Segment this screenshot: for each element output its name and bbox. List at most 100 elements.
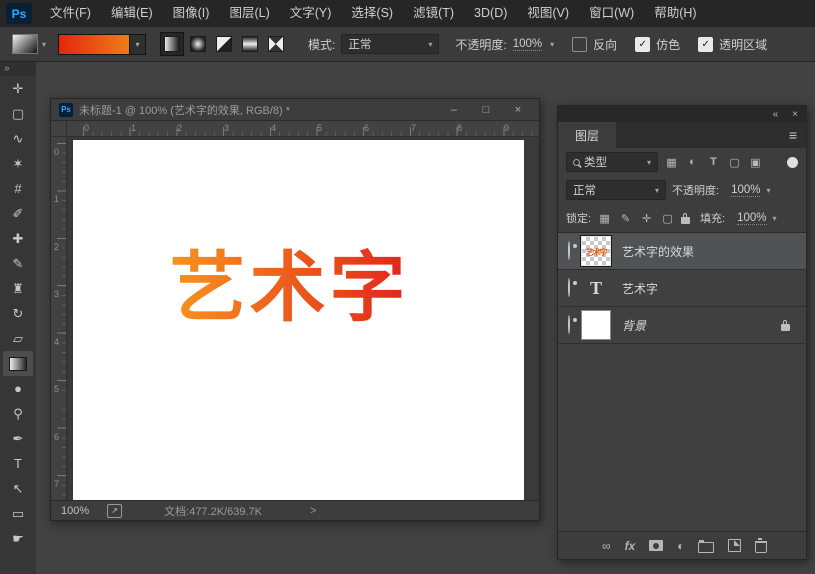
lock-artboard-icon[interactable]: ▢ — [660, 212, 675, 225]
move-tool[interactable]: ✛ — [3, 76, 33, 101]
close-button[interactable]: × — [505, 104, 531, 116]
brush-tool[interactable]: ✎ — [3, 251, 33, 276]
minimize-button[interactable]: – — [441, 104, 467, 116]
canvas[interactable]: 艺术字 — [73, 140, 524, 500]
magic-wand-tool[interactable]: ✶ — [3, 151, 33, 176]
document-title-bar[interactable]: Ps 未标题-1 @ 100% (艺术字的效果, RGB/8) * – □ × — [51, 99, 539, 121]
diamond-gradient-button[interactable] — [264, 32, 288, 56]
fill-value[interactable]: 100% — [737, 212, 766, 225]
reflected-gradient-button[interactable] — [238, 32, 262, 56]
zoom-level[interactable]: 100% — [61, 505, 89, 517]
eyedropper-tool[interactable]: ✐ — [3, 201, 33, 226]
menu-item-select[interactable]: 选择(S) — [341, 0, 403, 27]
eraser-tool[interactable]: ▱ — [3, 326, 33, 351]
menu-item-layer[interactable]: 图层(L) — [219, 0, 279, 27]
transparency-checkbox[interactable]: ✓ 透明区域 — [698, 36, 767, 53]
background-thumbnail[interactable] — [581, 310, 611, 340]
menu-item-view[interactable]: 视图(V) — [517, 0, 579, 27]
link-layers-icon[interactable]: ∞ — [602, 539, 611, 553]
lock-position-icon[interactable]: ✛ — [639, 212, 654, 225]
layer-thumbnail[interactable]: 艺术字 — [581, 236, 611, 266]
maximize-button[interactable]: □ — [473, 104, 499, 116]
chevron-down-icon[interactable]: ▾ — [550, 40, 554, 49]
dodge-tool[interactable]: ⚲ — [3, 401, 33, 426]
menu-item-3d[interactable]: 3D(D) — [464, 0, 517, 27]
angle-gradient-button[interactable] — [212, 32, 236, 56]
layer-row-background[interactable]: 背景 — [558, 307, 806, 344]
close-panel-icon[interactable]: × — [792, 109, 798, 120]
collapse-toolbar-button[interactable]: » — [0, 62, 36, 76]
filter-toggle-switch[interactable] — [787, 157, 798, 168]
healing-brush-tool[interactable]: ✚ — [3, 226, 33, 251]
new-group-icon[interactable] — [698, 542, 714, 553]
menu-item-filter[interactable]: 滤镜(T) — [403, 0, 464, 27]
blur-tool[interactable]: ● — [3, 376, 33, 401]
layer-name[interactable]: 背景 — [622, 317, 646, 334]
status-expand-chevron[interactable]: > — [310, 505, 316, 517]
checkbox-unchecked-icon[interactable] — [572, 37, 587, 52]
panel-menu-icon[interactable]: ≡ — [789, 122, 806, 148]
visibility-toggle[interactable] — [568, 279, 570, 297]
visibility-toggle[interactable] — [568, 316, 570, 334]
filter-shape-layers-icon[interactable]: ▢ — [727, 156, 742, 169]
lock-transparent-icon[interactable]: ▦ — [597, 212, 612, 225]
gradient-picker[interactable]: ▾ — [58, 34, 146, 55]
hand-tool[interactable]: ☛ — [3, 526, 33, 551]
visibility-toggle[interactable] — [568, 242, 570, 260]
layer-row-text[interactable]: T 艺术字 — [558, 270, 806, 307]
collapse-panel-icon[interactable]: « — [773, 109, 779, 120]
menu-item-help[interactable]: 帮助(H) — [644, 0, 706, 27]
opacity-value[interactable]: 100% — [513, 38, 542, 51]
text-layer-thumbnail[interactable]: T — [581, 273, 611, 303]
layer-opacity-value[interactable]: 100% — [731, 184, 760, 197]
menu-item-type[interactable]: 文字(Y) — [280, 0, 342, 27]
tab-layers[interactable]: 图层 — [558, 122, 616, 148]
chevron-down-icon[interactable]: ▾ — [766, 186, 770, 195]
layer-style-icon[interactable]: fx — [625, 539, 636, 553]
crop-tool[interactable]: # — [3, 176, 33, 201]
radial-gradient-button[interactable] — [186, 32, 210, 56]
type-tool[interactable]: T — [3, 451, 33, 476]
dither-checkbox[interactable]: ✓ 仿色 — [635, 36, 680, 53]
marquee-tool[interactable]: ▢ — [3, 101, 33, 126]
adjustment-layer-icon[interactable]: ◐ — [677, 539, 684, 553]
delete-layer-icon[interactable] — [755, 541, 767, 553]
filter-smart-objects-icon[interactable]: ▣ — [748, 156, 763, 169]
clone-stamp-tool[interactable]: ♜ — [3, 276, 33, 301]
checkbox-checked-icon[interactable]: ✓ — [635, 37, 650, 52]
path-select-tool[interactable]: ↖ — [3, 476, 33, 501]
menu-item-window[interactable]: 窗口(W) — [579, 0, 644, 27]
lasso-tool[interactable]: ∿ — [3, 126, 33, 151]
vertical-ruler[interactable]: 0 1 2 3 4 5 6 7 — [51, 137, 67, 500]
horizontal-ruler[interactable]: 0 1 2 3 4 5 6 7 8 9 — [67, 121, 539, 137]
gradient-preview-swatch[interactable] — [58, 34, 130, 55]
history-brush-tool[interactable]: ↻ — [3, 301, 33, 326]
gradient-tool[interactable] — [3, 351, 33, 376]
layer-name[interactable]: 艺术字的效果 — [622, 243, 694, 260]
add-mask-icon[interactable] — [649, 540, 663, 551]
linear-gradient-button[interactable] — [160, 32, 184, 56]
chevron-down-icon[interactable]: ▾ — [773, 214, 777, 223]
layer-row-effect[interactable]: 艺术字 艺术字的效果 — [558, 233, 806, 270]
reverse-checkbox[interactable]: 反向 — [572, 36, 617, 53]
new-layer-icon[interactable] — [728, 539, 741, 552]
layer-name[interactable]: 艺术字 — [622, 280, 658, 297]
menu-item-file[interactable]: 文件(F) — [40, 0, 101, 27]
filter-adjustment-layers-icon[interactable]: ◐ — [685, 156, 700, 168]
menu-item-image[interactable]: 图像(I) — [163, 0, 220, 27]
lock-pixels-icon[interactable]: ✎ — [618, 212, 633, 225]
filter-pixel-layers-icon[interactable]: ▦ — [664, 156, 679, 169]
pen-tool[interactable]: ✒ — [3, 426, 33, 451]
lock-all-icon[interactable] — [681, 217, 690, 224]
share-icon[interactable]: ↗ — [107, 504, 122, 518]
mode-select[interactable]: 正常 ▾ — [341, 34, 439, 54]
tool-preset-picker[interactable]: ▾ — [12, 34, 46, 54]
checkbox-checked-icon[interactable]: ✓ — [698, 37, 713, 52]
blend-mode-select[interactable]: 正常 ▾ — [566, 180, 666, 200]
filter-type-select[interactable]: 类型 ▾ — [566, 152, 658, 172]
menu-item-edit[interactable]: 编辑(E) — [101, 0, 163, 27]
filter-type-layers-icon[interactable]: T — [706, 156, 721, 168]
shape-tool[interactable]: ▭ — [3, 501, 33, 526]
chevron-down-icon[interactable]: ▾ — [130, 34, 146, 55]
ruler-corner[interactable] — [51, 121, 67, 137]
